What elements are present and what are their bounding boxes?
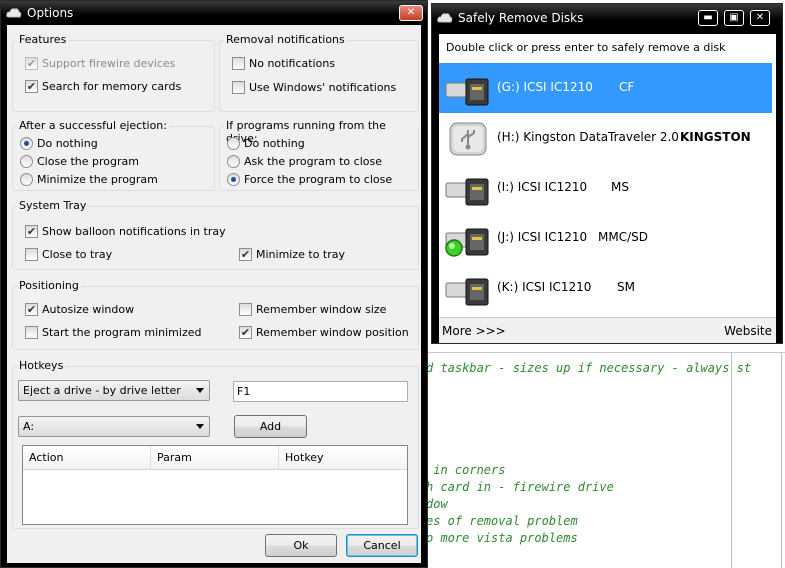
checkbox-box: ✔	[25, 80, 38, 93]
radio-circle	[20, 155, 33, 168]
checkbox-box: ✔	[25, 225, 38, 238]
code-line: h card in - firewire drive	[426, 480, 614, 494]
card-reader-icon	[445, 278, 489, 306]
programs-running-group: If programs running from the drive: Do n…	[219, 119, 419, 191]
checkbox-box: ✔	[239, 326, 252, 339]
code-line: o more vista problems	[426, 531, 578, 545]
checkbox-box	[239, 303, 252, 316]
hotkey-key-input[interactable]: F1	[233, 381, 408, 402]
code-line: es of removal problem	[426, 514, 578, 528]
checkbox-box: ✔	[25, 57, 38, 70]
code-line: d taskbar - sizes up if necessary - alwa…	[426, 361, 752, 375]
cancel-button[interactable]: Cancel	[346, 534, 418, 557]
safely-remove-titlebar[interactable]: Safely Remove Disks ▬ ▣ ✕	[432, 4, 782, 31]
positioning-group: Positioning ✔ Autosize window Start the …	[12, 279, 419, 350]
card-reader-active-icon	[445, 228, 489, 257]
dropdown-arrow-icon	[196, 424, 204, 429]
editor-guide-line	[781, 353, 782, 568]
app-cloud-icon	[437, 13, 453, 23]
more-link[interactable]: More >>>	[442, 324, 506, 338]
positioning-label: Positioning	[17, 279, 81, 292]
code-line: in corners	[426, 463, 506, 477]
footer-bar: More >>> Website	[439, 317, 776, 343]
radio-dot	[231, 177, 236, 182]
dropdown-arrow-icon	[196, 388, 204, 393]
radio-circle	[227, 173, 240, 186]
hotkey-action-select[interactable]: Eject a drive - by drive letter	[18, 380, 210, 401]
disk-item[interactable]: (H:) Kingston DataTraveler 2.0 KINGSTON	[439, 113, 772, 163]
features-label: Features	[17, 33, 69, 46]
system-tray-group: System Tray ✔ Show balloon notifications…	[12, 199, 419, 270]
radio-circle	[227, 155, 240, 168]
disk-item[interactable]: (J:) ICSI IC1210 MMC/SD	[439, 213, 772, 263]
instruction-text: Double click or press enter to safely re…	[446, 41, 726, 54]
options-close-button[interactable]: ✕	[399, 5, 423, 21]
hotkeys-list-header: Action Param Hotkey	[23, 446, 407, 470]
radio-circle	[20, 137, 33, 150]
system-tray-label: System Tray	[17, 199, 89, 212]
usb-drive-icon	[449, 122, 487, 156]
options-title: Options	[27, 6, 74, 20]
checkbox-box: ✔	[239, 248, 252, 261]
disk-item[interactable]: (K:) ICSI IC1210 SM	[439, 263, 772, 313]
options-window: Options ✕ Features ✔ Support firewire de…	[0, 0, 428, 568]
column-header-param[interactable]: Param	[151, 446, 279, 469]
card-reader-icon	[445, 178, 489, 206]
hotkeys-list[interactable]: Action Param Hotkey	[22, 445, 408, 525]
add-hotkey-button[interactable]: Add	[234, 415, 307, 438]
website-link[interactable]: Website	[724, 324, 772, 338]
after-ejection-group: After a successful ejection: Do nothing …	[12, 119, 215, 191]
editor-guide-line	[731, 353, 732, 568]
hotkeys-label: Hotkeys	[17, 359, 66, 372]
radio-circle	[20, 173, 33, 186]
minimize-button[interactable]: ▬	[698, 10, 718, 26]
disk-item[interactable]: (I:) ICSI IC1210 MS	[439, 163, 772, 213]
after-ejection-label: After a successful ejection:	[17, 119, 169, 132]
ok-button[interactable]: Ok	[265, 534, 337, 557]
close-button[interactable]: ✕	[750, 10, 770, 26]
checkbox-box	[232, 81, 245, 94]
checkbox-box: ✔	[25, 303, 38, 316]
background-code-editor: d taskbar - sizes up if necessary - alwa…	[426, 352, 785, 568]
checkbox-box	[232, 57, 245, 70]
column-header-hotkey[interactable]: Hotkey	[279, 446, 409, 469]
disk-item[interactable]: (G:) ICSI IC1210 CF	[439, 63, 772, 113]
checkbox-box	[25, 248, 38, 261]
checkbox-box	[25, 326, 38, 339]
app-cloud-icon	[6, 8, 22, 18]
disk-panel: Double click or press enter to safely re…	[439, 34, 776, 343]
code-line: dow	[426, 497, 448, 511]
features-group: Features ✔ Support firewire devices ✔ Se…	[12, 33, 215, 112]
removal-notifications-label: Removal notifications	[224, 33, 347, 46]
column-header-action[interactable]: Action	[23, 446, 151, 469]
drive-letter-select[interactable]: A:	[18, 416, 210, 437]
options-titlebar[interactable]: Options ✕	[1, 1, 427, 25]
safely-remove-title: Safely Remove Disks	[458, 11, 584, 25]
removal-notifications-group: Removal notifications No notifications U…	[219, 33, 419, 112]
safely-remove-window: Safely Remove Disks ▬ ▣ ✕ Double click o…	[431, 3, 783, 344]
card-reader-icon	[445, 78, 489, 106]
radio-circle	[227, 137, 240, 150]
radio-dot	[24, 141, 29, 146]
maximize-button[interactable]: ▣	[724, 10, 744, 26]
options-client-area: Features ✔ Support firewire devices ✔ Se…	[7, 25, 421, 563]
